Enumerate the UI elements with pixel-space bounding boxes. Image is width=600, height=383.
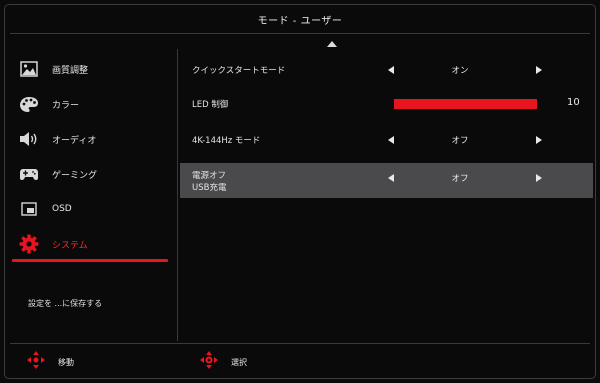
footer-move-hint: 移動 <box>26 350 74 374</box>
setting-label-line2: USB充電 <box>192 183 227 193</box>
footer-move-label: 移動 <box>58 357 74 367</box>
sidebar-item-label: 画質調整 <box>52 65 89 76</box>
arrow-right-icon[interactable] <box>536 174 542 182</box>
setting-label: 4K-144Hz モード <box>192 136 261 146</box>
speaker-icon <box>18 129 40 149</box>
setting-label: LED 制御 <box>192 100 229 110</box>
setting-4k-144hz[interactable]: 4K-144Hz モード オフ <box>180 125 593 155</box>
active-indicator <box>12 259 168 262</box>
setting-led-control[interactable]: LED 制御 10 <box>180 89 593 119</box>
setting-value: オン <box>451 66 469 76</box>
scroll-up-icon[interactable] <box>327 41 337 47</box>
setting-label: クイックスタートモード <box>192 66 286 76</box>
setting-value: オフ <box>451 136 469 146</box>
arrow-left-icon[interactable] <box>388 66 394 74</box>
arrow-right-icon[interactable] <box>536 136 542 144</box>
header-divider <box>10 33 590 34</box>
osd-window-icon <box>18 199 40 219</box>
sidebar-item-label: システム <box>52 240 88 251</box>
setting-value: オフ <box>451 174 469 184</box>
arrow-left-icon[interactable] <box>388 174 394 182</box>
sidebar-item-label: カラー <box>52 100 80 111</box>
dpad-select-icon <box>199 350 219 374</box>
sidebar-item-picture[interactable]: 画質調整 <box>18 58 168 80</box>
page-title: モード - ユーザー <box>257 16 343 27</box>
arrow-left-icon[interactable] <box>388 136 394 144</box>
setting-usb-charge[interactable]: 電源オフ USB充電 オフ <box>180 163 593 198</box>
setting-label-line1: 電源オフ <box>192 171 227 181</box>
led-level-bar[interactable] <box>394 99 537 109</box>
sidebar-item-osd[interactable]: OSD <box>18 198 168 220</box>
led-level-value: 10 <box>567 97 580 108</box>
sidebar-item-gaming[interactable]: ゲーミング <box>18 163 168 185</box>
setting-quick-start[interactable]: クイックスタートモード オン <box>180 55 593 85</box>
sidebar-item-audio[interactable]: オーディオ <box>18 128 168 150</box>
footer-select-hint: 選択 <box>199 350 247 374</box>
footer-divider <box>10 343 590 344</box>
dpad-move-icon <box>26 350 46 374</box>
picture-icon <box>18 59 40 79</box>
sidebar-item-label: オーディオ <box>52 135 97 146</box>
sidebar-item-label: OSD <box>52 204 72 214</box>
footer-select-label: 選択 <box>231 357 247 367</box>
sidebar-item-color[interactable]: カラー <box>18 93 168 115</box>
arrow-right-icon[interactable] <box>536 66 542 74</box>
gamepad-icon <box>18 164 40 184</box>
palette-icon <box>18 94 40 114</box>
gear-icon <box>18 234 40 254</box>
save-settings-link[interactable]: 設定を ...に保存する <box>28 298 102 309</box>
sidebar-item-system[interactable]: システム <box>18 233 168 255</box>
sidebar-divider <box>177 49 178 341</box>
sidebar-item-label: ゲーミング <box>52 170 98 181</box>
